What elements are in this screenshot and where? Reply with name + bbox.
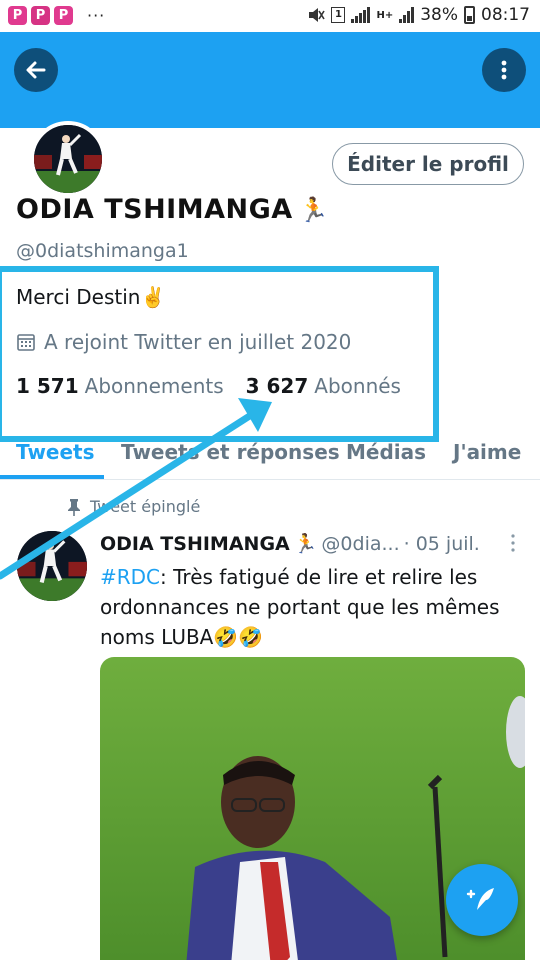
pinned-text: Tweet épinglé — [90, 497, 201, 516]
signal-icon — [399, 7, 415, 23]
profile-banner — [0, 32, 540, 128]
avatar-photo — [17, 531, 87, 601]
profile-handle: @0diatshimanga1 — [16, 240, 189, 262]
tweet-date: · 05 juil. — [403, 532, 480, 555]
compose-tweet-button[interactable] — [446, 864, 518, 936]
app-notification-icon: P — [8, 6, 27, 25]
more-vertical-icon — [501, 60, 507, 80]
display-name-text: ODIA TSHIMANGA — [16, 194, 293, 225]
active-tab-indicator — [0, 475, 104, 479]
tweet-options-icon[interactable] — [505, 532, 521, 554]
system-indicators: 1 H+ 38% 08:17 — [307, 5, 530, 25]
signal-icon — [351, 7, 371, 23]
runner-emoji: 🏃 — [293, 533, 318, 555]
tab-likes[interactable]: J'aime — [453, 440, 521, 464]
tweet-header: ODIA TSHIMANGA 🏃 @0dia... · 05 juil. — [100, 532, 480, 556]
arrow-left-icon — [26, 61, 46, 79]
app-notification-icon: P — [31, 6, 50, 25]
avatar-photo — [34, 125, 102, 193]
status-bar: P P P ··· 1 H+ 38% 08:17 — [0, 0, 540, 32]
battery-icon — [464, 6, 475, 24]
tweet-text: #RDC: Très fatigué de lire et relire les… — [100, 562, 520, 652]
profile-display-name: ODIA TSHIMANGA 🏃 — [16, 194, 329, 225]
mute-icon — [309, 8, 326, 22]
edit-profile-button[interactable]: Éditer le profil — [332, 143, 524, 185]
more-notifications-icon: ··· — [87, 6, 106, 25]
hashtag-link[interactable]: #RDC — [100, 565, 160, 589]
tweet-author-name[interactable]: ODIA TSHIMANGA — [100, 533, 290, 555]
notification-icons: P P P ··· — [8, 6, 105, 25]
back-button[interactable] — [14, 48, 58, 92]
pin-icon — [68, 498, 80, 516]
highlight-annotation-box — [0, 266, 439, 442]
clock: 08:17 — [481, 5, 530, 25]
tweet-author-handle: @0dia... — [321, 532, 400, 555]
battery-percent: 38% — [420, 5, 458, 25]
profile-avatar[interactable] — [30, 121, 106, 197]
network-type: H+ — [376, 9, 394, 21]
app-notification-icon: P — [54, 6, 73, 25]
runner-emoji: 🏃 — [298, 196, 330, 224]
tab-tweets[interactable]: Tweets — [16, 440, 95, 464]
tab-tweets-replies[interactable]: Tweets et réponses — [121, 440, 340, 464]
sim-badge: 1 — [331, 7, 346, 23]
pinned-tweet-label: Tweet épinglé — [66, 497, 200, 516]
tweet-author-avatar[interactable] — [17, 531, 87, 601]
compose-tweet-icon — [466, 888, 494, 910]
tab-media[interactable]: Médias — [346, 440, 426, 464]
more-options-button[interactable] — [482, 48, 526, 92]
tweet-body: : Très fatigué de lire et relire les ord… — [100, 565, 500, 649]
